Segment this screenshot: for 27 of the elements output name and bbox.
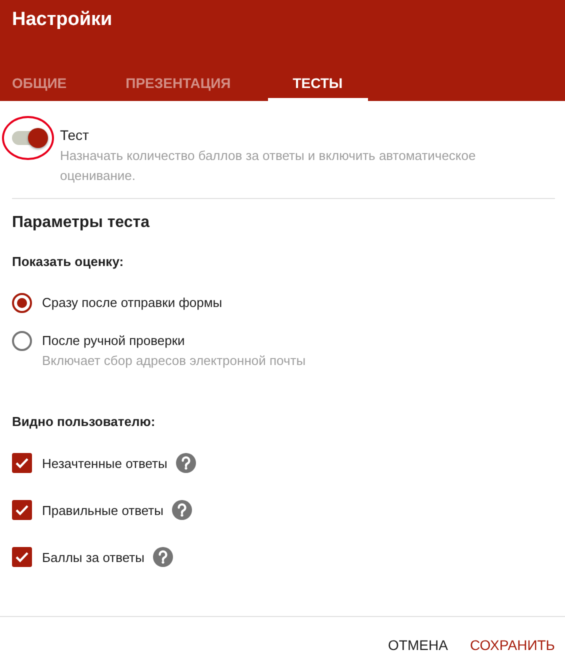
- checkbox[interactable]: [12, 500, 32, 520]
- checkmark-icon: [15, 551, 29, 563]
- radio-button[interactable]: [12, 293, 32, 313]
- window-title: Настройки: [12, 8, 112, 32]
- checkmark-icon: [15, 504, 29, 516]
- help-icon[interactable]: [172, 500, 192, 520]
- checkbox-label: Правильные ответы: [42, 502, 164, 518]
- toggle-switch[interactable]: [12, 128, 48, 148]
- radio-label: Сразу после отправки формы: [42, 295, 222, 310]
- save-button[interactable]: СОХРАНИТЬ: [462, 629, 563, 661]
- checkmark-icon: [15, 457, 29, 469]
- checkbox-label: Незачтенные ответы: [42, 456, 168, 470]
- group-heading: Видно пользователю:: [12, 413, 156, 431]
- group-heading: Показать оценку:: [12, 253, 124, 271]
- radio-button[interactable]: [12, 331, 32, 351]
- toggle-description: Назначать количество баллов за ответы и включить автоматическое оценивание.: [60, 147, 477, 185]
- checkbox[interactable]: [12, 547, 32, 567]
- tab[interactable]: ТЕСТЫ: [268, 68, 368, 101]
- radio-hint: Включает сбор адресов электронной почты: [42, 353, 306, 368]
- cancel-button[interactable]: ОТМЕНА: [380, 629, 456, 661]
- radio-label: После ручной проверки: [42, 333, 185, 348]
- help-icon[interactable]: [153, 547, 174, 567]
- help-icon[interactable]: [176, 453, 196, 473]
- checkbox-label: Баллы за ответы: [42, 550, 144, 564]
- section-title: Параметры теста: [12, 213, 150, 233]
- toggle-label: Тест: [60, 127, 89, 143]
- checkbox[interactable]: [12, 453, 32, 473]
